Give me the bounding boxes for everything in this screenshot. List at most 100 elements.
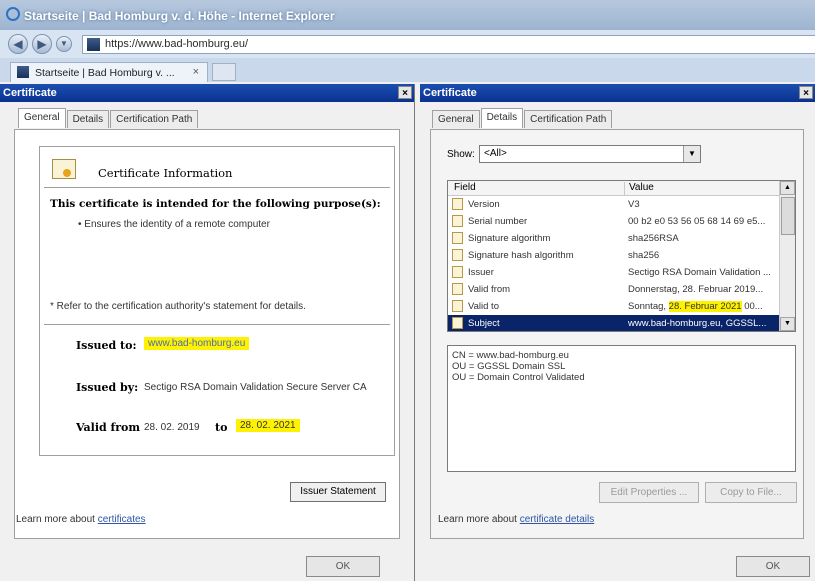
table-row[interactable]: Signature algorithm sha256RSA bbox=[448, 230, 795, 247]
refer-note: * Refer to the certification authority's… bbox=[50, 301, 306, 312]
valid-to-highlight: 28. 02. 2021 bbox=[236, 419, 300, 432]
field-value: sha256 bbox=[628, 250, 660, 261]
tab-general[interactable]: General bbox=[18, 108, 66, 128]
scroll-down-icon[interactable]: ▼ bbox=[780, 317, 795, 331]
tab-label: Startseite | Bad Homburg v. ... bbox=[35, 67, 175, 79]
issued-by-value: Sectigo RSA Domain Validation Secure Ser… bbox=[144, 382, 367, 393]
field-name: Issuer bbox=[468, 267, 494, 278]
details-panel: Show: <All> ▼ Field Value Version V3 Seri… bbox=[430, 129, 804, 539]
close-icon[interactable]: × bbox=[398, 86, 412, 99]
back-button[interactable]: ◀ bbox=[8, 34, 28, 54]
certificate-icon bbox=[52, 159, 76, 179]
tab-close-icon[interactable]: × bbox=[193, 66, 199, 78]
field-detail-box[interactable]: CN = www.bad-homburg.eu OU = GGSSL Domai… bbox=[447, 345, 796, 472]
field-icon bbox=[452, 283, 463, 295]
learn-more: Learn more about certificate details bbox=[438, 514, 594, 525]
browser-title: Startseite | Bad Homburg v. d. Höhe - In… bbox=[24, 9, 335, 23]
field-icon bbox=[452, 266, 463, 278]
field-icon bbox=[452, 215, 463, 227]
dialog-tabs: General Details Certification Path bbox=[432, 108, 613, 129]
history-dropdown-icon[interactable]: ▼ bbox=[56, 36, 72, 52]
scroll-thumb[interactable] bbox=[781, 197, 795, 235]
copy-to-file-button[interactable]: Copy to File... bbox=[705, 482, 797, 503]
valid-to-prefix: Sonntag, bbox=[628, 301, 669, 312]
show-select[interactable]: <All> ▼ bbox=[479, 145, 701, 163]
forward-button[interactable]: ▶ bbox=[32, 34, 52, 54]
grid-scrollbar[interactable]: ▲ ▼ bbox=[779, 181, 795, 331]
edit-properties-button[interactable]: Edit Properties ... bbox=[599, 482, 699, 503]
dialog-tabs: General Details Certification Path bbox=[18, 108, 199, 129]
tab-general[interactable]: General bbox=[432, 110, 480, 128]
browser-tab[interactable]: Startseite | Bad Homburg v. ... × bbox=[10, 62, 208, 82]
close-icon[interactable]: × bbox=[799, 86, 813, 99]
purpose-item: • Ensures the identity of a remote compu… bbox=[78, 219, 270, 230]
field-value: www.bad-homburg.eu, GGSSL... bbox=[628, 318, 767, 329]
detail-line: CN = www.bad-homburg.eu bbox=[452, 350, 569, 361]
field-icon bbox=[452, 300, 463, 312]
table-row[interactable]: Serial number 00 b2 e0 53 56 05 68 14 69 … bbox=[448, 213, 795, 230]
certificate-details-link[interactable]: certificate details bbox=[520, 514, 594, 525]
field-value: Donnerstag, 28. Februar 2019... bbox=[628, 284, 764, 295]
tab-favicon-icon bbox=[17, 66, 29, 78]
issued-to-value: www.bad-homburg.eu bbox=[144, 337, 250, 350]
column-header-value[interactable]: Value bbox=[624, 182, 654, 196]
field-name: Signature algorithm bbox=[468, 233, 551, 244]
tab-certification-path[interactable]: Certification Path bbox=[524, 110, 613, 128]
issued-to-highlight: www.bad-homburg.eu bbox=[144, 337, 250, 350]
scroll-up-icon[interactable]: ▲ bbox=[780, 181, 795, 195]
dialog-title: Certificate bbox=[423, 87, 477, 99]
field-icon bbox=[452, 232, 463, 244]
field-name: Valid from bbox=[468, 284, 511, 295]
tab-details[interactable]: Details bbox=[480, 108, 524, 128]
field-name: Version bbox=[468, 199, 500, 210]
dialog-title: Certificate bbox=[3, 87, 57, 99]
info-title: Certificate Information bbox=[98, 166, 233, 180]
valid-to-highlight: 28. Februar 2021 bbox=[668, 301, 742, 312]
issued-to-label: Issued to: bbox=[76, 339, 137, 352]
table-row[interactable]: Issuer Sectigo RSA Domain Validation ... bbox=[448, 264, 795, 281]
purpose-heading: This certificate is intended for the fol… bbox=[50, 198, 381, 210]
ie-logo-icon bbox=[6, 7, 20, 21]
field-value: Sonntag, 28. Februar 2021 00... bbox=[628, 301, 763, 312]
ok-button[interactable]: OK bbox=[736, 556, 810, 577]
certificate-dialog-general: Certificate × General Details Certificatio… bbox=[0, 84, 415, 581]
valid-to-suffix: 00... bbox=[741, 301, 763, 312]
divider bbox=[44, 187, 390, 188]
new-tab-button[interactable] bbox=[212, 63, 236, 81]
tab-certification-path[interactable]: Certification Path bbox=[110, 110, 199, 128]
address-bar[interactable]: https://www.bad-homburg.eu/ bbox=[82, 35, 815, 54]
table-row[interactable]: Valid to Sonntag, 28. Februar 2021 00... bbox=[448, 298, 795, 315]
chevron-down-icon[interactable]: ▼ bbox=[683, 146, 700, 162]
valid-from-value: 28. 02. 2019 bbox=[144, 422, 200, 433]
field-icon bbox=[452, 249, 463, 261]
tab-details[interactable]: Details bbox=[66, 110, 110, 128]
show-value: <All> bbox=[484, 148, 507, 159]
divider bbox=[44, 324, 390, 325]
issuer-statement-button[interactable]: Issuer Statement bbox=[290, 482, 386, 502]
ok-button[interactable]: OK bbox=[306, 556, 380, 577]
field-value: sha256RSA bbox=[628, 233, 679, 244]
browser-navbar: ◀ ▶ ▼ https://www.bad-homburg.eu/ bbox=[0, 30, 815, 58]
certificate-info-box: Certificate Information This certificate… bbox=[39, 146, 395, 456]
table-row[interactable]: Signature hash algorithm sha256 bbox=[448, 247, 795, 264]
detail-line: OU = GGSSL Domain SSL bbox=[452, 361, 566, 372]
dialog-titlebar: Certificate × bbox=[0, 84, 414, 102]
show-label: Show: bbox=[447, 149, 475, 160]
grid-header: Field Value bbox=[448, 181, 795, 196]
browser-tabbar: Startseite | Bad Homburg v. ... × bbox=[0, 58, 815, 82]
certificate-dialog-details: Certificate × General Details Certificatio… bbox=[420, 84, 815, 581]
fields-grid: Field Value Version V3 Serial number 00 b2… bbox=[447, 180, 796, 332]
field-value: V3 bbox=[628, 199, 640, 210]
table-row[interactable]: Valid from Donnerstag, 28. Februar 2019..… bbox=[448, 281, 795, 298]
certificates-link[interactable]: certificates bbox=[98, 514, 146, 525]
field-name: Subject bbox=[468, 318, 500, 329]
table-row-selected[interactable]: Subject www.bad-homburg.eu, GGSSL... bbox=[448, 315, 795, 331]
field-icon bbox=[452, 317, 463, 329]
browser-titlebar: Startseite | Bad Homburg v. d. Höhe - In… bbox=[0, 0, 815, 30]
field-value: Sectigo RSA Domain Validation ... bbox=[628, 267, 771, 278]
learn-more-text: Learn more about bbox=[16, 514, 95, 525]
valid-from-label: Valid from bbox=[76, 421, 141, 434]
learn-more: Learn more about certificates bbox=[16, 514, 146, 525]
column-header-field[interactable]: Field bbox=[454, 182, 476, 193]
table-row[interactable]: Version V3 bbox=[448, 196, 795, 213]
